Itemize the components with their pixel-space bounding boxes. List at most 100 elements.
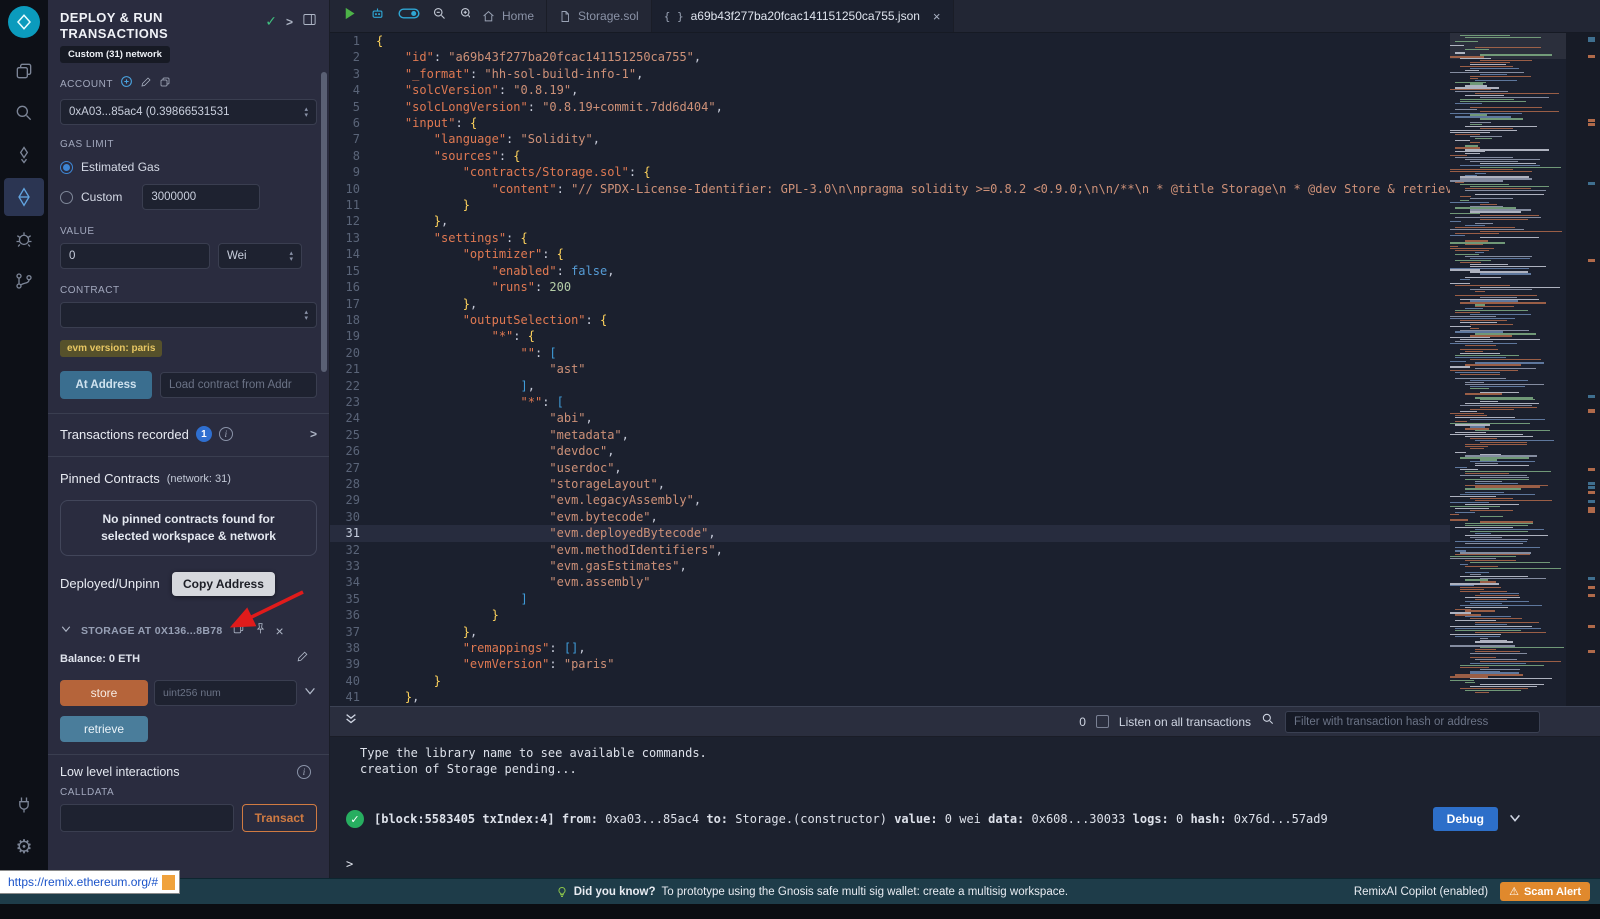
store-args-input[interactable] xyxy=(154,680,297,706)
retrieve-function-button[interactable]: retrieve xyxy=(60,716,148,742)
zoom-out-icon[interactable] xyxy=(432,6,447,26)
scam-alert-badge[interactable]: ⚠ Scam Alert xyxy=(1500,882,1590,901)
code-editor[interactable]: 1{2 "id": "a69b43f277ba20fcac141151250ca… xyxy=(330,33,1600,706)
contract-select[interactable]: ▴▾ xyxy=(60,302,317,328)
code-line[interactable]: 26 "devdoc", xyxy=(330,443,1450,459)
store-function-button[interactable]: store xyxy=(60,680,148,706)
code-line[interactable]: 39 "evmVersion": "paris" xyxy=(330,656,1450,672)
panel-scrollbar[interactable] xyxy=(321,72,327,372)
code-line[interactable]: 19 "*": { xyxy=(330,328,1450,344)
low-level-info-icon[interactable]: i xyxy=(297,765,311,779)
transaction-log-row[interactable]: ✓ [block:5583405 txIndex:4] from: 0xa03.… xyxy=(346,807,1600,831)
at-address-button[interactable]: At Address xyxy=(60,371,152,399)
tab-storage-sol[interactable]: Storage.sol xyxy=(547,0,652,32)
code-line[interactable]: 40 } xyxy=(330,673,1450,689)
code-line[interactable]: 27 "userdoc", xyxy=(330,460,1450,476)
filter-input[interactable] xyxy=(1285,711,1540,733)
code-line[interactable]: 34 "evm.assembly" xyxy=(330,574,1450,590)
custom-gas-radio[interactable] xyxy=(60,191,73,204)
transact-button[interactable]: Transact xyxy=(242,804,317,832)
solidity-compiler-icon[interactable] xyxy=(4,136,44,174)
code-line[interactable]: 28 "storageLayout", xyxy=(330,476,1450,492)
at-address-input[interactable] xyxy=(160,372,317,398)
code-line[interactable]: 6 "input": { xyxy=(330,115,1450,131)
code-line[interactable]: 36 } xyxy=(330,607,1450,623)
calldata-input[interactable] xyxy=(60,804,234,832)
estimated-gas-radio[interactable] xyxy=(60,161,73,174)
panel-forward-icon[interactable]: > xyxy=(286,15,293,29)
code-line[interactable]: 25 "metadata", xyxy=(330,427,1450,443)
code-line[interactable]: 30 "evm.bytecode", xyxy=(330,509,1450,525)
code-line[interactable]: 8 "sources": { xyxy=(330,148,1450,164)
code-line[interactable]: 33 "evm.gasEstimates", xyxy=(330,558,1450,574)
code-line[interactable]: 32 "evm.methodIdentifiers", xyxy=(330,542,1450,558)
code-line[interactable]: 7 "language": "Solidity", xyxy=(330,131,1450,147)
code-line[interactable]: 35 ] xyxy=(330,591,1450,607)
expand-tx-icon[interactable] xyxy=(1508,811,1522,828)
deploy-run-icon[interactable] xyxy=(4,178,44,216)
code-line[interactable]: 18 "outputSelection": { xyxy=(330,312,1450,328)
ai-copilot-icon[interactable] xyxy=(369,6,386,26)
tab-home[interactable]: Home xyxy=(470,0,547,32)
edit-account-icon[interactable] xyxy=(140,75,152,93)
code-line[interactable]: 21 "ast" xyxy=(330,361,1450,377)
transactions-expand-icon[interactable]: > xyxy=(310,427,317,441)
terminal-prompt[interactable]: > xyxy=(346,857,1600,871)
expand-args-icon[interactable] xyxy=(303,684,317,703)
code-lines[interactable]: 1{2 "id": "a69b43f277ba20fcac141151250ca… xyxy=(330,33,1450,706)
git-icon[interactable] xyxy=(4,262,44,300)
code-line[interactable]: 29 "evm.legacyAssembly", xyxy=(330,492,1450,508)
value-unit-select[interactable]: Wei ▴▾ xyxy=(218,243,302,269)
code-line[interactable]: 11 } xyxy=(330,197,1450,213)
code-line[interactable]: 23 "*": [ xyxy=(330,394,1450,410)
account-select[interactable]: 0xA03...85ac4 (0.39866531531 ▴▾ xyxy=(60,99,317,125)
transactions-info-icon[interactable]: i xyxy=(219,427,233,441)
code-line[interactable]: 41 }, xyxy=(330,689,1450,705)
file-explorer-icon[interactable] xyxy=(4,52,44,90)
copilot-toggle[interactable] xyxy=(398,7,420,25)
collapse-chevron-icon[interactable] xyxy=(60,622,72,640)
code-line[interactable]: 9 "contracts/Storage.sol": { xyxy=(330,164,1450,180)
copy-address-icon[interactable] xyxy=(232,622,245,640)
code-line[interactable]: 3 "_format": "hh-sol-build-info-1", xyxy=(330,66,1450,82)
code-line[interactable]: 24 "abi", xyxy=(330,410,1450,426)
add-account-icon[interactable] xyxy=(120,75,133,93)
custom-gas-input[interactable] xyxy=(142,184,260,210)
settings-gear-icon[interactable]: ⚙ xyxy=(4,828,44,866)
copilot-status[interactable]: RemixAI Copilot (enabled) xyxy=(1354,886,1488,898)
code-line[interactable]: 1{ xyxy=(330,33,1450,49)
code-line[interactable]: 13 "settings": { xyxy=(330,230,1450,246)
collapse-terminal-icon[interactable] xyxy=(344,712,358,731)
deployed-contract-header[interactable]: STORAGE AT 0X136...8B78 × xyxy=(60,622,317,640)
code-line[interactable]: 2 "id": "a69b43f277ba20fcac141151250ca75… xyxy=(330,49,1450,65)
code-line[interactable]: 10 "content": "// SPDX-License-Identifie… xyxy=(330,181,1450,197)
remove-contract-icon[interactable]: × xyxy=(276,624,284,638)
code-line[interactable]: 16 "runs": 200 xyxy=(330,279,1450,295)
debugger-icon[interactable] xyxy=(4,220,44,258)
listen-checkbox[interactable] xyxy=(1096,715,1109,728)
code-line[interactable]: 31 "evm.deployedBytecode", xyxy=(330,525,1450,541)
copy-account-icon[interactable] xyxy=(159,75,171,93)
code-line[interactable]: 14 "optimizer": { xyxy=(330,246,1450,262)
tab-build-info-json[interactable]: { } a69b43f277ba20fcac141151250ca755.jso… xyxy=(652,0,954,32)
code-line[interactable]: 20 "": [ xyxy=(330,345,1450,361)
code-line[interactable]: 17 }, xyxy=(330,296,1450,312)
terminal-search-icon[interactable] xyxy=(1261,712,1275,731)
close-tab-icon[interactable]: × xyxy=(933,9,941,24)
code-line[interactable]: 37 }, xyxy=(330,624,1450,640)
minimap[interactable] xyxy=(1450,33,1566,706)
debug-button[interactable]: Debug xyxy=(1433,807,1498,831)
plugin-manager-icon[interactable] xyxy=(4,786,44,824)
code-line[interactable]: 12 }, xyxy=(330,213,1450,229)
edit-balance-icon[interactable] xyxy=(296,650,309,668)
code-line[interactable]: 15 "enabled": false, xyxy=(330,263,1450,279)
pin-contract-icon[interactable] xyxy=(254,622,267,640)
value-input[interactable] xyxy=(60,243,210,269)
remix-logo-icon[interactable] xyxy=(8,6,40,38)
run-script-button[interactable] xyxy=(342,6,357,26)
terminal-output[interactable]: Type the library name to see available c… xyxy=(330,737,1600,878)
code-line[interactable]: 5 "solcLongVersion": "0.8.19+commit.7dd6… xyxy=(330,99,1450,115)
pin-panel-icon[interactable] xyxy=(302,12,317,32)
search-icon[interactable] xyxy=(4,94,44,132)
code-line[interactable]: 38 "remappings": [], xyxy=(330,640,1450,656)
